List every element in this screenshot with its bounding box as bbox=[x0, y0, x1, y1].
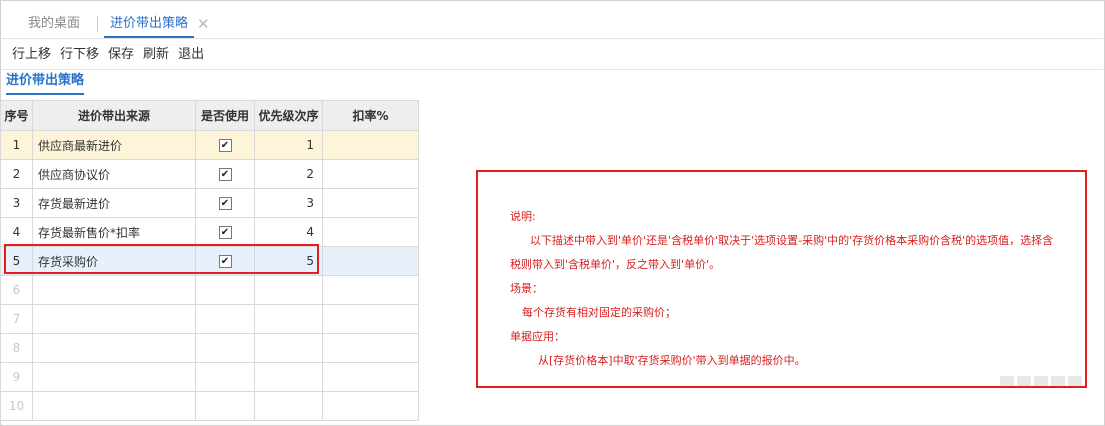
table-row[interactable]: 2 供应商协议价 ✔ 2 bbox=[0, 159, 419, 189]
note-usage-title: 单据应用： bbox=[510, 330, 565, 343]
toolbar-divider bbox=[0, 69, 1103, 70]
header-source[interactable]: 进价带出来源 bbox=[32, 100, 196, 131]
row-priority[interactable]: 3 bbox=[254, 188, 323, 218]
description-note: 说明: 以下描述中带入到'单价'还是'含税单价'取决于'选项设置-采购'中的'存… bbox=[510, 205, 1080, 373]
row-index: 7 bbox=[0, 304, 33, 334]
toolbar: 行上移 行下移 保存 刷新 退出 bbox=[12, 45, 213, 65]
row-index: 9 bbox=[0, 362, 33, 392]
save-button[interactable]: 保存 bbox=[108, 47, 134, 62]
note-line-1: 以下描述中带入到'单价'还是'含税单价'取决于'选项设置-采购'中的'存货价格本… bbox=[530, 234, 1054, 247]
header-index[interactable]: 序号 bbox=[0, 100, 33, 131]
exit-button[interactable]: 退出 bbox=[178, 47, 204, 62]
row-source[interactable]: 存货最新进价 bbox=[32, 188, 196, 218]
header-discount[interactable]: 扣率% bbox=[322, 100, 419, 131]
enabled-checkbox[interactable]: ✔ bbox=[218, 168, 232, 181]
highlight-row-box bbox=[4, 244, 319, 274]
enabled-checkbox[interactable]: ✔ bbox=[218, 226, 232, 239]
row-index: 8 bbox=[0, 333, 33, 363]
row-index: 1 bbox=[0, 130, 33, 160]
row-index: 3 bbox=[0, 188, 33, 218]
table-row[interactable]: 4 存货最新售价*扣率 ✔ 4 bbox=[0, 217, 419, 247]
close-icon[interactable]: ✕ bbox=[197, 10, 210, 38]
header-enabled[interactable]: 是否使用 bbox=[195, 100, 255, 131]
subtab-price-strategy[interactable]: 进价带出策略 bbox=[6, 71, 85, 95]
row-discount[interactable] bbox=[322, 159, 419, 189]
table-row[interactable]: 3 存货最新进价 ✔ 3 bbox=[0, 188, 419, 218]
enabled-checkbox[interactable]: ✔ bbox=[218, 197, 232, 210]
enabled-checkbox[interactable]: ✔ bbox=[218, 139, 232, 152]
row-priority[interactable]: 2 bbox=[254, 159, 323, 189]
row-discount[interactable] bbox=[322, 188, 419, 218]
row-source[interactable]: 供应商最新进价 bbox=[32, 130, 196, 160]
table-header-row: 序号 进价带出来源 是否使用 优先级次序 扣率% bbox=[0, 100, 419, 131]
row-priority[interactable]: 1 bbox=[254, 130, 323, 160]
note-scene-title: 场景： bbox=[510, 282, 543, 295]
row-discount[interactable] bbox=[322, 130, 419, 160]
table-row[interactable]: 9 bbox=[0, 362, 419, 392]
table-row[interactable]: 7 bbox=[0, 304, 419, 334]
row-discount[interactable] bbox=[322, 246, 419, 276]
note-scene: 每个存货有相对固定的采购价； bbox=[522, 306, 676, 319]
note-usage: 从[存货价格本]中取'存货采购价'带入到单据的报价中。 bbox=[538, 354, 806, 367]
tab-home[interactable]: 我的桌面 bbox=[28, 10, 80, 38]
note-line-2: 税则带入到'含税单价'，反之带入到'单价'。 bbox=[510, 258, 721, 271]
move-up-button[interactable]: 行上移 bbox=[12, 47, 51, 62]
refresh-button[interactable]: 刷新 bbox=[143, 47, 169, 62]
tab-bar: 我的桌面 进价带出策略 ✕ bbox=[0, 10, 1103, 39]
row-index: 6 bbox=[0, 275, 33, 305]
move-down-button[interactable]: 行下移 bbox=[60, 47, 99, 62]
tab-price-strategy[interactable]: 进价带出策略 bbox=[104, 10, 195, 38]
table-row[interactable]: 6 bbox=[0, 275, 419, 305]
row-discount[interactable] bbox=[322, 217, 419, 247]
row-index: 10 bbox=[0, 391, 33, 421]
watermark-logo bbox=[1000, 375, 1090, 389]
table-row[interactable]: 8 bbox=[0, 333, 419, 363]
row-source[interactable]: 供应商协议价 bbox=[32, 159, 196, 189]
row-source[interactable]: 存货最新售价*扣率 bbox=[32, 217, 196, 247]
row-index: 2 bbox=[0, 159, 33, 189]
header-priority[interactable]: 优先级次序 bbox=[254, 100, 323, 131]
tab-separator bbox=[97, 16, 98, 32]
row-priority[interactable]: 4 bbox=[254, 217, 323, 247]
row-index: 4 bbox=[0, 217, 33, 247]
table-row[interactable]: 1 供应商最新进价 ✔ 1 bbox=[0, 130, 419, 160]
note-title: 说明: bbox=[510, 210, 536, 223]
table-row[interactable]: 10 bbox=[0, 391, 419, 421]
